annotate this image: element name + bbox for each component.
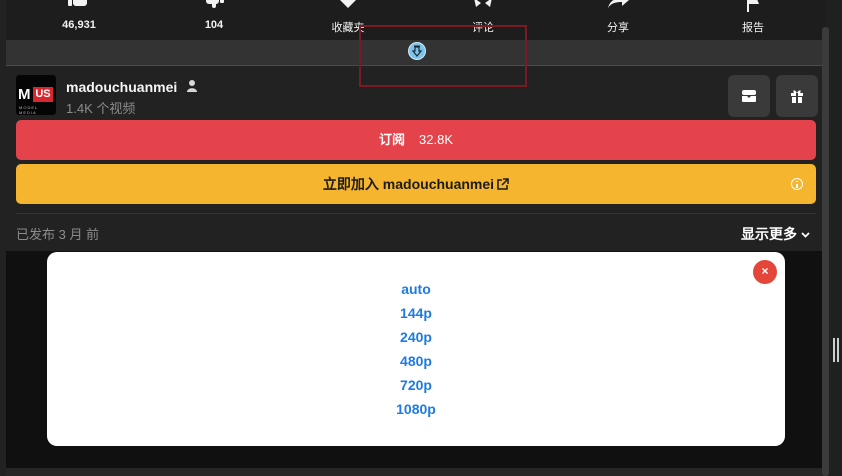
channel-avatar[interactable]: M US MODEL MEDIA — [16, 75, 56, 115]
join-button[interactable]: 立即加入 madouchuanmei — [16, 164, 816, 204]
collapse-strip — [6, 40, 826, 66]
quality-option-auto[interactable]: auto — [47, 277, 785, 301]
comments-button[interactable]: 评论 — [438, 0, 528, 40]
collapse-toggle-button[interactable] — [408, 42, 426, 60]
share-label: 分享 — [607, 22, 629, 34]
divider — [16, 213, 816, 214]
heart-icon — [340, 0, 356, 8]
comments-label: 评论 — [472, 22, 494, 34]
report-label: 报告 — [742, 22, 764, 34]
show-more-label: 显示更多 — [741, 226, 797, 242]
quality-option-480p[interactable]: 480p — [47, 349, 785, 373]
info-icon[interactable] — [791, 178, 803, 190]
close-button[interactable]: × — [753, 260, 777, 284]
report-button[interactable]: 报告 — [708, 0, 798, 40]
thumbs-down-icon — [206, 0, 224, 8]
quality-options-list: auto 144p 240p 480p 720p 1080p — [47, 277, 785, 421]
share-button[interactable]: 分享 — [573, 0, 663, 40]
video-page: 46,931 104 收藏夹 评论 分享 报告 M US MODEL MEDIA… — [0, 0, 826, 476]
quality-option-1080p[interactable]: 1080p — [47, 397, 785, 421]
message-button[interactable] — [728, 75, 770, 117]
quality-modal: auto 144p 240p 480p 720p 1080p × — [47, 252, 785, 446]
quality-option-240p[interactable]: 240p — [47, 325, 785, 349]
channel-name[interactable]: madouchuanmei — [66, 79, 177, 95]
like-button[interactable]: 46,931 — [34, 0, 124, 40]
gift-button[interactable] — [776, 75, 818, 117]
video-count: 1.4K 个视频 — [66, 101, 136, 116]
arrow-down-icon — [412, 45, 422, 57]
scrollbar-thumb[interactable] — [822, 27, 829, 476]
external-link-icon — [497, 178, 509, 190]
dislike-count: 104 — [204, 19, 224, 31]
action-bar: 46,931 104 收藏夹 评论 分享 报告 — [6, 0, 826, 40]
favorites-button[interactable]: 收藏夹 — [303, 0, 393, 40]
resize-grip[interactable] — [833, 338, 839, 362]
like-count: 46,931 — [62, 19, 96, 31]
user-icon — [187, 80, 197, 92]
quality-option-720p[interactable]: 720p — [47, 373, 785, 397]
chevron-down-icon — [801, 232, 810, 238]
bottom-strip — [6, 468, 826, 476]
comment-icon — [474, 0, 492, 7]
join-label: 立即加入 madouchuanmei — [322, 176, 495, 192]
dislike-button[interactable]: 104 — [169, 0, 259, 40]
thumbs-up-icon — [68, 0, 87, 6]
inbox-icon — [742, 90, 756, 102]
show-more-button[interactable]: 显示更多 — [741, 224, 810, 244]
favorites-label: 收藏夹 — [331, 22, 365, 34]
share-icon — [608, 0, 629, 8]
channel-row: M US MODEL MEDIA madouchuanmei 1.4K 个视频 — [16, 75, 818, 117]
quality-option-144p[interactable]: 144p — [47, 301, 785, 325]
avatar-logo-subtext: MODEL MEDIA — [19, 105, 39, 115]
flag-icon — [747, 0, 759, 12]
avatar-logo-m: M — [18, 86, 30, 103]
subscriber-count: 32.8K — [419, 132, 453, 147]
published-date: 已发布 3 月 前 — [16, 227, 100, 242]
avatar-logo-badge: US — [33, 87, 53, 102]
subscribe-button[interactable]: 订阅 32.8K — [16, 120, 816, 160]
gift-icon — [791, 90, 803, 103]
subscribe-label: 订阅 — [379, 132, 406, 147]
